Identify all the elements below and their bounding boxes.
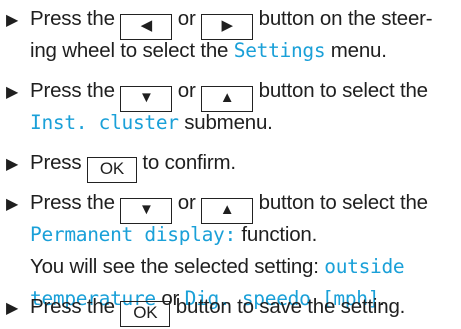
step-text: button to save the setting. — [175, 295, 406, 318]
step-text: Press the — [30, 7, 115, 30]
step-1: ▶ Press the ◀ or ▶ button on the steer- i… — [6, 3, 433, 67]
step-text: You will see the selected setting: — [30, 255, 319, 278]
step-5: ▶ Press the OK button to save the setting… — [6, 291, 406, 327]
step-2: ▶ Press the ▼ or ▲ button to select the I… — [6, 75, 428, 139]
step-text: button to select the — [258, 191, 428, 214]
bullet-icon: ▶ — [6, 300, 19, 317]
step-text: Press the — [30, 191, 115, 214]
step-3: ▶ Press OK to confirm. — [6, 147, 236, 183]
step-text: Press the — [30, 79, 115, 102]
ok-key-icon: OK — [120, 301, 171, 327]
step-text: menu. — [330, 39, 387, 62]
or-text: or — [177, 191, 196, 214]
or-text: or — [177, 79, 196, 102]
settings-menu-name: Settings — [233, 39, 326, 62]
permanent-display-function-name: Permanent display: — [30, 223, 236, 246]
bullet-icon: ▶ — [6, 12, 19, 29]
or-text: or — [177, 7, 196, 30]
step-text: submenu. — [184, 111, 273, 134]
bullet-icon: ▶ — [6, 196, 19, 213]
step-text: button to select the — [258, 79, 428, 102]
outside-option-text: outside — [324, 255, 405, 278]
step-text: function. — [241, 223, 318, 246]
step-text: Press — [30, 151, 82, 174]
bullet-icon: ▶ — [6, 156, 19, 173]
step-text: to confirm. — [142, 151, 236, 174]
step-text: Press the — [30, 295, 115, 318]
bullet-icon: ▶ — [6, 84, 19, 101]
step-text: ing wheel to select the — [30, 39, 229, 62]
ok-key-icon: OK — [86, 157, 137, 183]
inst-cluster-submenu-name: Inst. cluster — [30, 111, 179, 134]
step-text: button on the steer- — [258, 7, 433, 30]
